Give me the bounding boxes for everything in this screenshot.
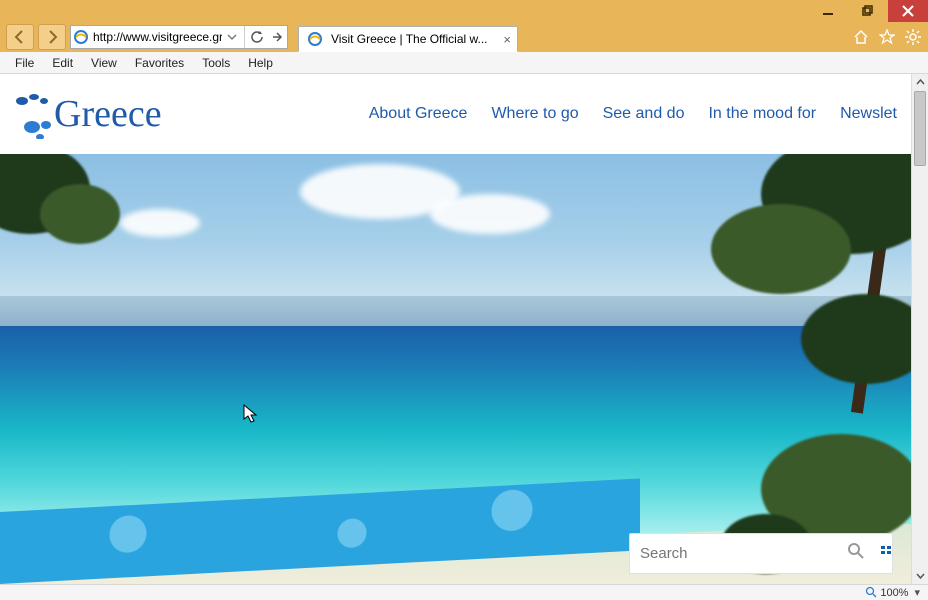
arrow-right-icon [44, 29, 60, 45]
browser-menubar: File Edit View Favorites Tools Help [0, 52, 928, 74]
scroll-up-button[interactable] [912, 74, 928, 91]
restore-icon [862, 5, 874, 17]
site-logo[interactable]: Greece [14, 89, 162, 139]
nav-about-greece[interactable]: About Greece [369, 105, 468, 123]
tools-button[interactable] [904, 28, 922, 46]
window-close-button[interactable] [888, 0, 928, 22]
search-icon [847, 542, 865, 560]
scroll-track[interactable] [912, 91, 928, 567]
menu-view[interactable]: View [82, 54, 126, 72]
window-restore-button[interactable] [848, 0, 888, 22]
ie-favicon-icon [307, 31, 323, 47]
arrow-right-icon [271, 31, 283, 43]
search-panel [629, 533, 893, 574]
chevron-up-icon [916, 78, 925, 87]
search-input[interactable] [640, 545, 839, 562]
zoom-dropdown[interactable]: ▾ [914, 586, 920, 599]
menu-file[interactable]: File [6, 54, 43, 72]
window-minimize-button[interactable] [808, 0, 848, 22]
menu-tools[interactable]: Tools [193, 54, 239, 72]
mouse-cursor-icon [243, 404, 259, 424]
vertical-scrollbar[interactable] [911, 74, 928, 584]
scroll-down-button[interactable] [912, 567, 928, 584]
url-text[interactable]: http://www.visitgreece.gr/ [91, 30, 222, 44]
nav-newsletter[interactable]: Newslet [840, 105, 897, 123]
menu-help[interactable]: Help [239, 54, 282, 72]
tab-close-button[interactable]: × [503, 32, 511, 47]
nav-where-to-go[interactable]: Where to go [491, 105, 578, 123]
refresh-button[interactable] [249, 29, 265, 45]
primary-nav: About Greece Where to go See and do In t… [369, 105, 897, 123]
search-button[interactable] [847, 542, 865, 565]
zoom-indicator[interactable]: 100% [865, 586, 908, 599]
refresh-icon [250, 30, 264, 44]
webpage: Greece About Greece Where to go See and … [0, 74, 911, 584]
home-button[interactable] [852, 28, 870, 46]
browser-tab-active[interactable]: Visit Greece | The Official w... × [298, 26, 518, 52]
menu-favorites[interactable]: Favorites [126, 54, 193, 72]
home-icon [853, 29, 869, 45]
forward-button[interactable] [38, 24, 66, 50]
gear-icon [905, 29, 921, 45]
go-button[interactable] [269, 29, 285, 45]
zoom-level-text: 100% [880, 587, 908, 599]
nav-in-the-mood-for[interactable]: In the mood for [708, 105, 816, 123]
site-header: Greece About Greece Where to go See and … [0, 74, 911, 154]
arrow-left-icon [12, 29, 28, 45]
content-viewport: Greece About Greece Where to go See and … [0, 74, 928, 584]
address-bar[interactable]: http://www.visitgreece.gr/ [70, 25, 288, 49]
tab-title: Visit Greece | The Official w... [331, 32, 488, 46]
menu-edit[interactable]: Edit [43, 54, 82, 72]
logo-mark-icon [14, 89, 54, 139]
browser-toolbar: http://www.visitgreece.gr/ Visit Greece … [0, 22, 928, 52]
minimize-icon [822, 5, 834, 17]
window-titlebar [0, 0, 928, 22]
back-button[interactable] [6, 24, 34, 50]
scroll-thumb[interactable] [914, 91, 926, 166]
logo-text: Greece [54, 92, 162, 136]
nav-see-and-do[interactable]: See and do [603, 105, 685, 123]
status-bar: 100% ▾ [0, 584, 928, 600]
magnifier-icon [865, 586, 877, 598]
hero-image [0, 154, 911, 584]
browser-tools-cluster [852, 28, 922, 46]
close-icon [902, 5, 914, 17]
favorites-button[interactable] [878, 28, 896, 46]
star-icon [879, 29, 895, 45]
ie-favicon-icon [73, 29, 89, 45]
lock-dropdown-icon[interactable] [224, 29, 240, 45]
chevron-down-icon [916, 571, 925, 580]
